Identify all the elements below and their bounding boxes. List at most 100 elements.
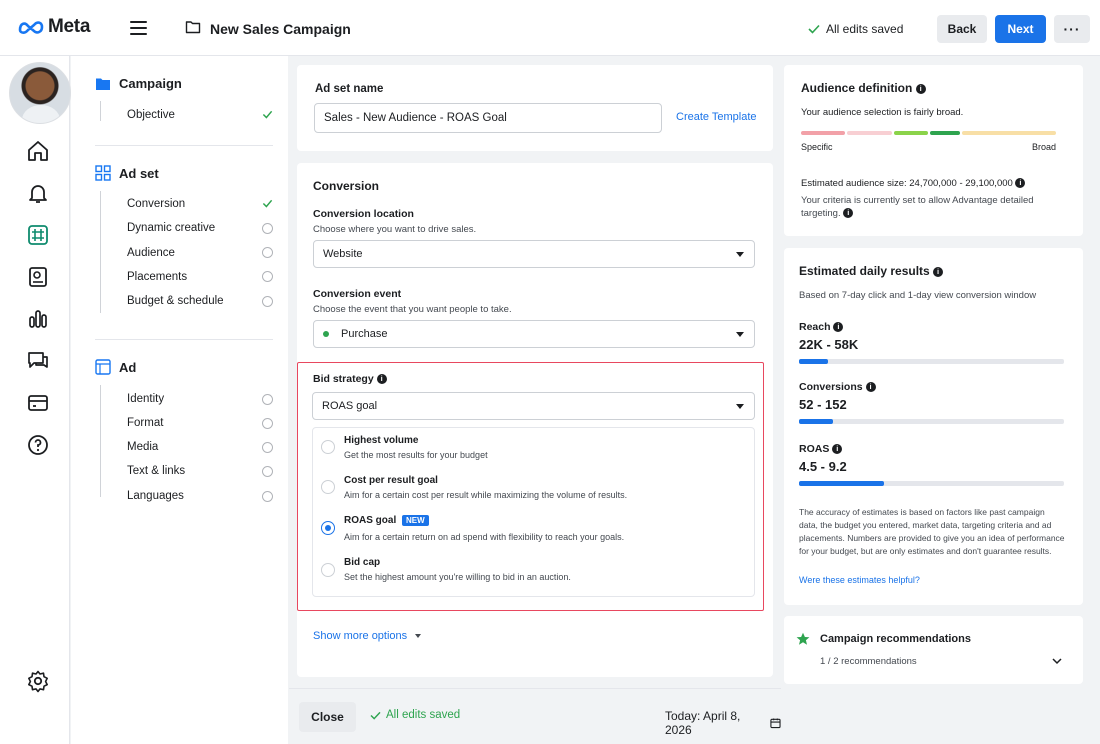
info-icon[interactable]: i [865,382,876,393]
nav-item-conversion[interactable]: Conversion [127,198,185,210]
radio-button[interactable] [321,440,335,454]
adset-name-label: Ad set name [315,83,384,95]
home-icon[interactable] [26,139,50,163]
disclaimer-line: data, the budget you entered, market dat… [799,520,1052,530]
next-button[interactable]: Next [995,15,1046,43]
hashtag-grid-icon[interactable] [26,223,50,247]
calendar-icon[interactable] [770,717,781,729]
nav-section-ad[interactable]: Ad [95,359,136,375]
help-icon[interactable] [26,433,50,457]
bid-strategy-label: Bid strategy i [313,373,387,385]
nav-section-title: Ad [119,359,137,375]
bell-icon[interactable] [26,181,50,205]
info-icon[interactable]: i [933,266,944,277]
conversion-location-select[interactable]: Website [313,240,755,268]
info-icon[interactable]: i [832,444,843,455]
bid-option-bid-cap[interactable]: Bid cap Set the highest amount you're wi… [313,550,754,594]
meta-logo-text: Meta [48,16,91,37]
nav-item-identity[interactable]: Identity [127,393,164,405]
nav-item-text-links[interactable]: Text & links [127,465,185,477]
nav-section-adset[interactable]: Ad set [95,165,159,181]
gauge-broad-label: Broad [1032,142,1057,152]
bid-option-cost-per-result[interactable]: Cost per result goal Aim for a certain c… [313,468,754,508]
metric-roas-value: 4.5 - 9.2 [799,459,847,474]
campaign-recommendations-card[interactable]: Campaign recommendations 1 / 2 recommend… [784,616,1083,684]
info-icon[interactable]: i [915,83,926,94]
page-icon[interactable] [26,265,50,289]
nav-item-placements[interactable]: Placements [127,271,187,283]
incomplete-status-icon [262,271,273,282]
conversion-title: Conversion [313,179,380,193]
audience-criteria-line-1: Your criteria is currently set to allow … [801,195,1034,206]
disclaimer-line: for your budget, but are only estimates … [799,546,1052,556]
chevron-down-icon[interactable] [1052,658,1062,665]
info-icon[interactable]: i [843,208,854,219]
today-date: Today: April 8, 2026 [665,709,781,737]
bid-strategy-highlight: Bid strategy i ROAS goal Highest volume … [297,362,764,611]
save-status-text: All edits saved [826,22,904,36]
nav-item-budget-schedule[interactable]: Budget & schedule [127,295,224,307]
back-button[interactable]: Back [937,15,987,43]
menu-icon[interactable] [130,21,147,35]
close-button[interactable]: Close [299,702,356,732]
metric-conversions-value: 52 - 152 [799,397,847,412]
footer-save-status: All edits saved [370,709,460,721]
chat-icon[interactable] [26,349,50,373]
conversion-event-select[interactable]: Purchase [313,320,755,348]
bid-option-highest-volume[interactable]: Highest volume Get the most results for … [313,428,754,468]
divider [95,339,273,340]
meta-infinity-icon [18,21,44,34]
today-date-text: Today: April 8, 2026 [665,709,741,737]
info-icon[interactable]: i [376,374,387,385]
nav-item-audience[interactable]: Audience [127,247,175,259]
nav-item-format[interactable]: Format [127,417,163,429]
audience-gauge [801,131,1056,135]
nav-section-campaign[interactable]: Campaign [95,76,182,91]
radio-button[interactable] [321,563,335,577]
audience-size-text: Estimated audience size: 24,700,000 - 29… [801,178,1013,189]
metric-conversions-label-text: Conversions [799,381,863,393]
conversion-card: Conversion Conversion location Choose wh… [297,163,773,677]
incomplete-status-icon [262,296,273,307]
nav-item-languages[interactable]: Languages [127,490,184,502]
radio-button-selected[interactable] [321,521,335,535]
ad-icon [95,359,111,375]
option-description: Aim for a certain cost per result while … [344,490,628,500]
more-options-button[interactable]: ··· [1054,15,1090,43]
avatar[interactable] [9,62,71,124]
check-icon [370,711,381,720]
chart-icon[interactable] [26,307,50,331]
conversion-location-label: Conversion location [313,208,414,220]
estimates-title-text: Estimated daily results [799,264,930,278]
conversion-event-help: Choose the event that you want people to… [313,304,512,315]
bid-option-roas-goal[interactable]: ROAS goal NEW Aim for a certain return o… [313,508,754,550]
status-dot-icon [323,331,329,337]
incomplete-status-icon [262,442,273,453]
show-more-options-link[interactable]: Show more options [313,630,422,642]
create-template-link[interactable]: Create Template [676,111,757,123]
grid-icon [95,165,111,181]
billing-icon[interactable] [26,391,50,415]
nav-item-objective[interactable]: Objective [127,109,175,121]
estimates-feedback-link[interactable]: Were these estimates helpful? [799,575,920,585]
nav-item-dynamic-creative[interactable]: Dynamic creative [127,222,215,234]
recommendations-count: 1 / 2 recommendations [820,656,917,667]
chevron-down-icon [736,404,744,409]
meta-logo[interactable]: Meta [18,16,90,38]
campaign-name[interactable]: New Sales Campaign [210,21,351,37]
info-icon[interactable]: i [1015,178,1026,189]
gauge-specific-label: Specific [801,142,833,152]
radio-button[interactable] [321,480,335,494]
metric-conversions-bar [799,419,1064,424]
metric-conversions-label: Conversions i [799,381,876,393]
disclaimer-line: The accuracy of estimates is based on fa… [799,507,1045,517]
option-description: Set the highest amount you're willing to… [344,572,571,582]
info-icon[interactable]: i [833,322,844,333]
conversion-event-value: Purchase [341,328,388,340]
settings-icon[interactable] [26,669,50,693]
nav-item-media[interactable]: Media [127,441,158,453]
adset-name-input[interactable]: Sales - New Audience - ROAS Goal [314,103,662,133]
metric-reach-label-text: Reach [799,321,831,333]
bid-strategy-select[interactable]: ROAS goal [312,392,755,420]
save-status: All edits saved [808,22,903,36]
